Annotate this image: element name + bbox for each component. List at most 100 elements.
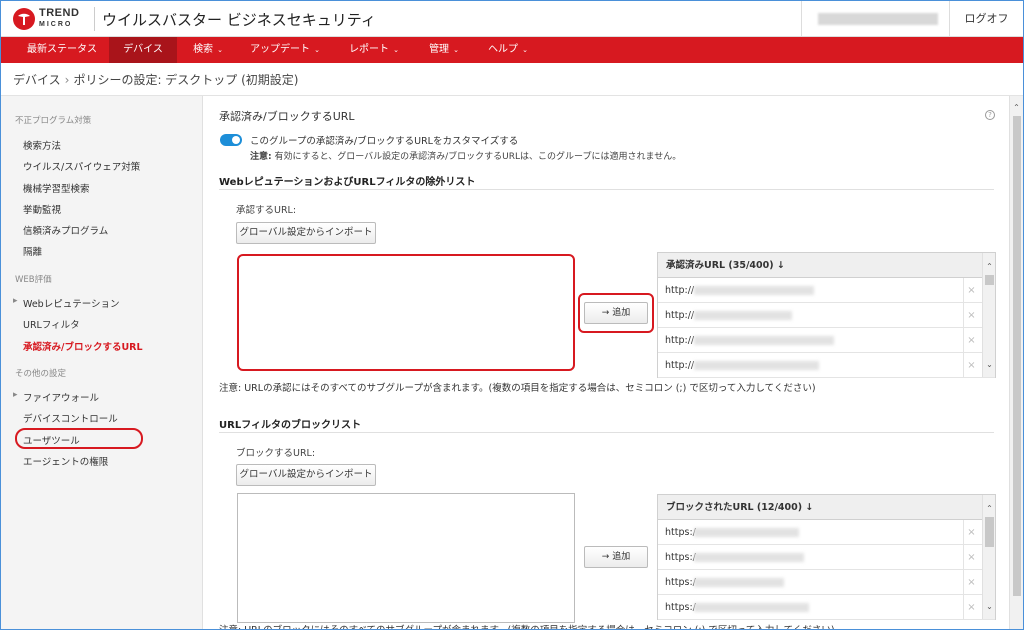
scroll-thumb[interactable] bbox=[1013, 116, 1021, 596]
approved-url-input[interactable] bbox=[237, 254, 575, 371]
sidebar-item-trusted-programs[interactable]: 信頼済みプログラム bbox=[23, 223, 108, 237]
sidebar-item-scan-method[interactable]: 検索方法 bbox=[23, 138, 61, 152]
nav-label: 管理 bbox=[429, 44, 450, 55]
customize-toggle[interactable] bbox=[220, 134, 242, 146]
table-row: http:// × bbox=[658, 278, 995, 303]
url-text: http:// bbox=[665, 285, 695, 296]
header: TREND MICRO ウイルスバスター ビジネスセキュリティ ログオフ bbox=[1, 1, 1023, 37]
remove-icon[interactable]: × bbox=[963, 303, 979, 328]
remove-icon[interactable]: × bbox=[963, 278, 979, 303]
sidebar-section-malware: 不正プログラム対策 bbox=[15, 116, 92, 126]
blocked-table-header[interactable]: ブロックされたURL (12/400) ↓ bbox=[658, 495, 995, 520]
logo-mark-icon bbox=[13, 8, 35, 30]
blocked-url-table: ブロックされたURL (12/400) ↓ https:/× https:/× … bbox=[657, 494, 996, 620]
remove-icon[interactable]: × bbox=[963, 570, 979, 595]
table-row: https:/ × bbox=[658, 545, 995, 570]
url-redacted bbox=[694, 578, 784, 587]
sidebar-item-device-control[interactable]: デバイスコントロール bbox=[23, 411, 118, 425]
url-text: https:/ bbox=[665, 577, 696, 588]
table-row: https:/ × bbox=[658, 595, 995, 620]
nav-label: 最新ステータス bbox=[27, 44, 97, 55]
sidebar-item-url-filter[interactable]: URLフィルタ bbox=[23, 317, 80, 331]
scroll-thumb[interactable] bbox=[985, 275, 994, 285]
table-header-label: ブロックされたURL (12/400) ↓ bbox=[666, 502, 814, 513]
nav-devices[interactable]: デバイス bbox=[109, 37, 177, 63]
sidebar-section-web: WEB評価 bbox=[15, 275, 52, 285]
breadcrumb: デバイス › ポリシーの設定: デスクトップ (初期設定) bbox=[13, 71, 299, 88]
page-scrollbar[interactable]: ⌃ bbox=[1009, 96, 1023, 629]
nav-reports[interactable]: レポート ⌄ bbox=[335, 37, 413, 63]
nav-scan[interactable]: 検索 ⌄ bbox=[179, 37, 237, 63]
url-redacted bbox=[694, 311, 792, 320]
breadcrumb-parent[interactable]: デバイス bbox=[13, 73, 61, 87]
scroll-up-icon[interactable]: ⌃ bbox=[983, 503, 996, 515]
note-text: 有効にすると、グローバル設定の承認済み/ブロックするURLは、このグループには適… bbox=[274, 152, 682, 162]
url-text: https:/ bbox=[665, 602, 696, 613]
remove-icon[interactable]: × bbox=[963, 545, 979, 570]
scroll-down-icon[interactable]: ⌄ bbox=[983, 359, 996, 371]
sidebar-section-other: その他の設定 bbox=[15, 369, 67, 379]
breadcrumb-separator: › bbox=[64, 73, 70, 87]
remove-icon[interactable]: × bbox=[963, 595, 979, 620]
blocked-note: 注意: URLのブロックにはそのすべてのサブグループが含まれます。(複数の項目を… bbox=[219, 622, 835, 629]
approved-table-scrollbar[interactable]: ⌃ ⌄ bbox=[982, 253, 995, 377]
scroll-down-icon[interactable]: ⌄ bbox=[983, 601, 996, 613]
scroll-up-icon[interactable]: ⌃ bbox=[983, 261, 996, 273]
toggle-note: 注意: 有効にすると、グローバル設定の承認済み/ブロックするURLは、このグルー… bbox=[250, 149, 681, 162]
sidebar-item-user-tools[interactable]: ユーザツール bbox=[23, 433, 80, 447]
blocked-section-heading: URLフィルタのブロックリスト bbox=[219, 420, 361, 431]
table-row: https:/ × bbox=[658, 520, 995, 545]
approved-table-header[interactable]: 承認済みURL (35/400) ↓ bbox=[658, 253, 995, 278]
customize-toggle-label: このグループの承認済み/ブロックするURLをカスタマイズする bbox=[250, 136, 519, 147]
section-divider bbox=[219, 189, 994, 190]
sidebar-item-virus-spyware[interactable]: ウイルス/スパイウェア対策 bbox=[23, 159, 140, 173]
main-nav: 最新ステータス デバイス 検索 ⌄ アップデート ⌄ レポート ⌄ 管理 ⌄ ヘルプ ⌄ bbox=[1, 37, 1023, 63]
nav-admin[interactable]: 管理 ⌄ bbox=[415, 37, 473, 63]
table-row: https:/ × bbox=[658, 570, 995, 595]
blocked-url-label: ブロックするURL: bbox=[236, 448, 316, 459]
nav-update[interactable]: アップデート ⌄ bbox=[239, 37, 331, 63]
url-redacted bbox=[694, 286, 814, 295]
blocked-add-button[interactable]: → 追加 bbox=[584, 546, 648, 568]
header-divider bbox=[94, 7, 95, 31]
sidebar-item-quarantine[interactable]: 隔離 bbox=[23, 244, 42, 258]
scroll-up-icon[interactable]: ⌃ bbox=[1010, 102, 1023, 114]
help-icon[interactable]: ? bbox=[985, 110, 995, 120]
trend-micro-logo: TREND MICRO bbox=[13, 7, 93, 31]
chevron-down-icon: ⌄ bbox=[522, 46, 528, 54]
scroll-thumb[interactable] bbox=[985, 517, 994, 547]
remove-icon[interactable]: × bbox=[963, 353, 979, 378]
blocked-url-input[interactable] bbox=[237, 493, 575, 623]
logo-brand-sub: MICRO bbox=[39, 21, 73, 28]
user-account[interactable] bbox=[801, 1, 949, 37]
app-title: ウイルスバスター ビジネスセキュリティ bbox=[102, 11, 376, 29]
sidebar: 不正プログラム対策 検索方法 ウイルス/スパイウェア対策 機械学習型検索 挙動監… bbox=[1, 96, 203, 629]
chevron-down-icon: ⌄ bbox=[453, 46, 459, 54]
remove-icon[interactable]: × bbox=[963, 328, 979, 353]
approved-url-table: 承認済みURL (35/400) ↓ http:// × http:// × htt… bbox=[657, 252, 996, 378]
section-divider bbox=[219, 432, 994, 433]
table-row: http:// × bbox=[658, 328, 995, 353]
nav-label: 検索 bbox=[193, 44, 214, 55]
nav-latest-status[interactable]: 最新ステータス bbox=[17, 37, 107, 63]
approved-add-button[interactable]: → 追加 bbox=[584, 302, 648, 324]
sidebar-item-machine-learning[interactable]: 機械学習型検索 bbox=[23, 181, 90, 195]
sidebar-item-approved-blocked-url[interactable]: 承認済み/ブロックするURL bbox=[23, 339, 143, 353]
nav-label: アップデート bbox=[250, 44, 311, 55]
url-text: http:// bbox=[665, 310, 695, 321]
nav-help[interactable]: ヘルプ ⌄ bbox=[477, 37, 539, 63]
blocked-import-button[interactable]: グローバル設定からインポート bbox=[236, 464, 376, 486]
sidebar-item-agent-privileges[interactable]: エージェントの権限 bbox=[23, 454, 108, 468]
approved-import-button[interactable]: グローバル設定からインポート bbox=[236, 222, 376, 244]
sidebar-item-behavior-monitoring[interactable]: 挙動監視 bbox=[23, 202, 61, 216]
blocked-table-scrollbar[interactable]: ⌃ ⌄ bbox=[982, 495, 995, 619]
user-name-redacted bbox=[818, 13, 938, 25]
remove-icon[interactable]: × bbox=[963, 520, 979, 545]
note-prefix: 注意: bbox=[250, 152, 272, 162]
sidebar-item-firewall[interactable]: ファイアウォール bbox=[13, 390, 99, 404]
approved-section-heading: WebレピュテーションおよびURLフィルタの除外リスト bbox=[219, 177, 476, 188]
table-header-label: 承認済みURL (35/400) ↓ bbox=[666, 260, 785, 271]
sidebar-item-web-reputation[interactable]: Webレピュテーション bbox=[13, 296, 119, 310]
logout-button[interactable]: ログオフ bbox=[949, 1, 1023, 37]
url-redacted bbox=[694, 336, 834, 345]
